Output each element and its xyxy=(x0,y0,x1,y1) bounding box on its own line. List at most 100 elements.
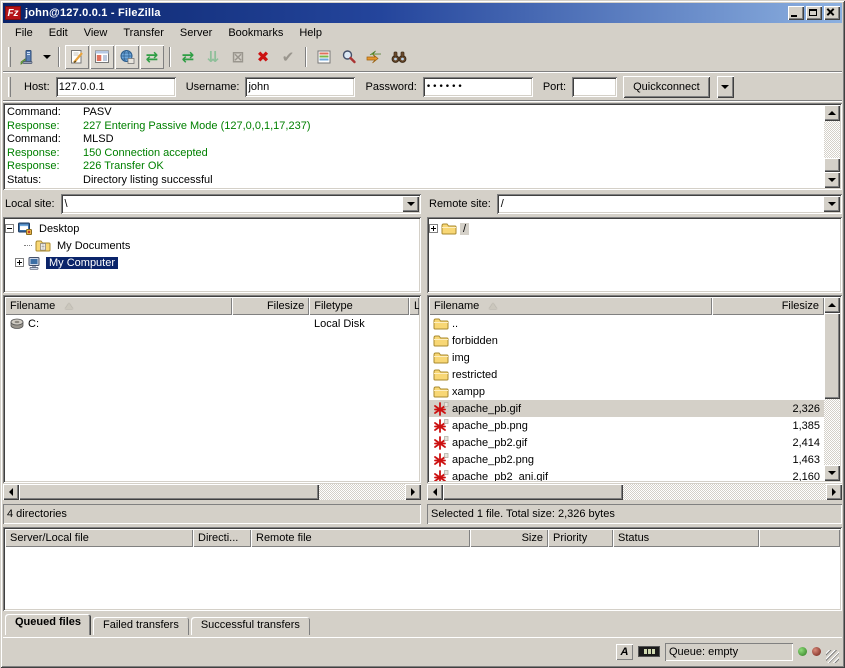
collapse-icon[interactable] xyxy=(5,224,14,233)
remote-hscrollbar[interactable] xyxy=(427,484,842,500)
queue-column-remotefile[interactable]: Remote file xyxy=(251,529,470,547)
menu-server[interactable]: Server xyxy=(172,25,220,41)
remote-site-combo[interactable]: / xyxy=(497,194,842,214)
cancel-operation-button[interactable]: ⊠ xyxy=(226,45,250,69)
column-header-lastmodified[interactable]: L xyxy=(409,297,419,315)
password-input[interactable]: •••••• xyxy=(423,77,533,97)
scroll-thumb[interactable] xyxy=(19,484,319,500)
magnifier-icon xyxy=(341,49,357,65)
column-header-filesize[interactable]: Filesize xyxy=(712,297,824,315)
file-name: apache_pb.png xyxy=(452,420,528,432)
remote-vscrollbar[interactable] xyxy=(824,297,840,481)
log-row: Status:Directory listing successful xyxy=(7,174,822,188)
remote-file-row[interactable]: restricted xyxy=(429,366,824,383)
menu-file[interactable]: File xyxy=(7,25,41,41)
remote-file-row-selected[interactable]: apache_pb.gif 2,326 xyxy=(429,400,824,417)
scroll-up-button[interactable] xyxy=(824,297,840,313)
local-file-row[interactable]: C: Local Disk xyxy=(5,315,419,332)
scroll-left-button[interactable] xyxy=(427,484,443,500)
site-manager-button[interactable] xyxy=(15,45,39,69)
scroll-down-button[interactable] xyxy=(824,465,840,481)
queue-column-status[interactable]: Status xyxy=(613,529,759,547)
menu-view[interactable]: View xyxy=(76,25,116,41)
file-name: restricted xyxy=(452,369,497,381)
file-size xyxy=(712,383,824,400)
quickconnect-button[interactable]: Quickconnect xyxy=(623,76,710,98)
message-log-toggle-button[interactable] xyxy=(65,45,89,69)
minimize-button[interactable] xyxy=(788,6,804,20)
scroll-thumb[interactable] xyxy=(443,484,623,500)
local-hscrollbar[interactable] xyxy=(3,484,421,500)
scroll-right-button[interactable] xyxy=(405,484,421,500)
column-header-filesize[interactable]: Filesize xyxy=(232,297,309,315)
local-site-dropdown[interactable] xyxy=(402,196,419,212)
scroll-thumb[interactable] xyxy=(824,158,840,172)
username-input[interactable]: john xyxy=(245,77,355,97)
remote-file-row[interactable]: forbidden xyxy=(429,332,824,349)
scroll-right-button[interactable] xyxy=(826,484,842,500)
compare-directories-button[interactable] xyxy=(362,45,386,69)
site-manager-dropdown[interactable] xyxy=(40,45,53,69)
tree-item-my-documents[interactable]: My Documents xyxy=(5,237,419,254)
disconnect-button[interactable]: ✖ xyxy=(251,45,275,69)
activity-led-green-icon xyxy=(798,647,807,656)
column-header-filename[interactable]: Filename xyxy=(5,297,232,315)
transfer-queue-toggle-button[interactable]: ⇄ xyxy=(140,45,164,69)
menu-help[interactable]: Help xyxy=(291,25,330,41)
remote-file-row[interactable]: xampp xyxy=(429,383,824,400)
synchronized-browsing-button[interactable] xyxy=(387,45,411,69)
remote-site-dropdown[interactable] xyxy=(823,196,840,212)
refresh-button[interactable]: ⇄ xyxy=(176,45,200,69)
remote-file-row[interactable]: apache_pb.png 1,385 xyxy=(429,417,824,434)
menu-edit[interactable]: Edit xyxy=(41,25,76,41)
maximize-button[interactable] xyxy=(806,6,822,20)
column-header-filetype[interactable]: Filetype xyxy=(309,297,409,315)
tree-item-root[interactable]: / xyxy=(429,220,840,237)
tab-successful-transfers[interactable]: Successful transfers xyxy=(191,617,310,635)
expand-icon[interactable] xyxy=(429,224,438,233)
queue-column-priority[interactable]: Priority xyxy=(548,529,613,547)
find-button[interactable] xyxy=(337,45,361,69)
port-input[interactable] xyxy=(572,77,617,97)
scroll-down-button[interactable] xyxy=(824,172,840,188)
tab-queued-files[interactable]: Queued files xyxy=(5,614,91,635)
scroll-up-button[interactable] xyxy=(824,105,840,121)
quickconnect-dropdown[interactable] xyxy=(717,76,734,98)
quickconnect-grip[interactable] xyxy=(8,77,11,97)
statusbar: A Queue: empty xyxy=(3,637,842,665)
toolbar-grip[interactable] xyxy=(8,47,11,67)
local-site-value: \ xyxy=(65,198,68,210)
local-tree-toggle-button[interactable] xyxy=(90,45,114,69)
expand-icon[interactable] xyxy=(15,258,24,267)
log-scrollbar[interactable] xyxy=(824,105,840,188)
scroll-left-button[interactable] xyxy=(3,484,19,500)
tree-item-my-computer[interactable]: My Computer xyxy=(5,254,419,271)
image-file-icon xyxy=(433,401,449,417)
close-button[interactable] xyxy=(824,6,840,20)
app-icon: Fz xyxy=(5,6,21,20)
remote-file-row[interactable]: apache_pb2.png 1,463 xyxy=(429,451,824,468)
ascii-data-type-icon: A xyxy=(616,644,633,660)
remote-file-row[interactable]: img xyxy=(429,349,824,366)
remote-tree-toggle-button[interactable] xyxy=(115,45,139,69)
queue-column-direction[interactable]: Directi... xyxy=(193,529,251,547)
tab-failed-transfers[interactable]: Failed transfers xyxy=(93,617,189,635)
resize-grip[interactable] xyxy=(826,650,839,663)
filter-button[interactable] xyxy=(312,45,336,69)
host-input[interactable]: 127.0.0.1 xyxy=(56,77,176,97)
remote-file-row[interactable]: apache_pb2_ani.gif 2,160 xyxy=(429,468,824,481)
column-header-filename[interactable]: Filename xyxy=(429,297,712,315)
menu-bookmarks[interactable]: Bookmarks xyxy=(220,25,291,41)
remote-file-row[interactable]: .. xyxy=(429,315,824,332)
process-queue-button[interactable]: ⇊ xyxy=(201,45,225,69)
folder-icon xyxy=(433,333,449,349)
queue-column-size[interactable]: Size xyxy=(470,529,548,547)
scroll-thumb[interactable] xyxy=(824,313,840,399)
file-name: C: xyxy=(28,318,39,330)
tree-item-desktop[interactable]: Desktop xyxy=(5,220,419,237)
menu-transfer[interactable]: Transfer xyxy=(115,25,172,41)
remote-file-row[interactable]: apache_pb2.gif 2,414 xyxy=(429,434,824,451)
queue-column-serverlocal[interactable]: Server/Local file xyxy=(5,529,193,547)
recursive-ok-button[interactable]: ✔ xyxy=(276,45,300,69)
local-site-combo[interactable]: \ xyxy=(61,194,421,214)
